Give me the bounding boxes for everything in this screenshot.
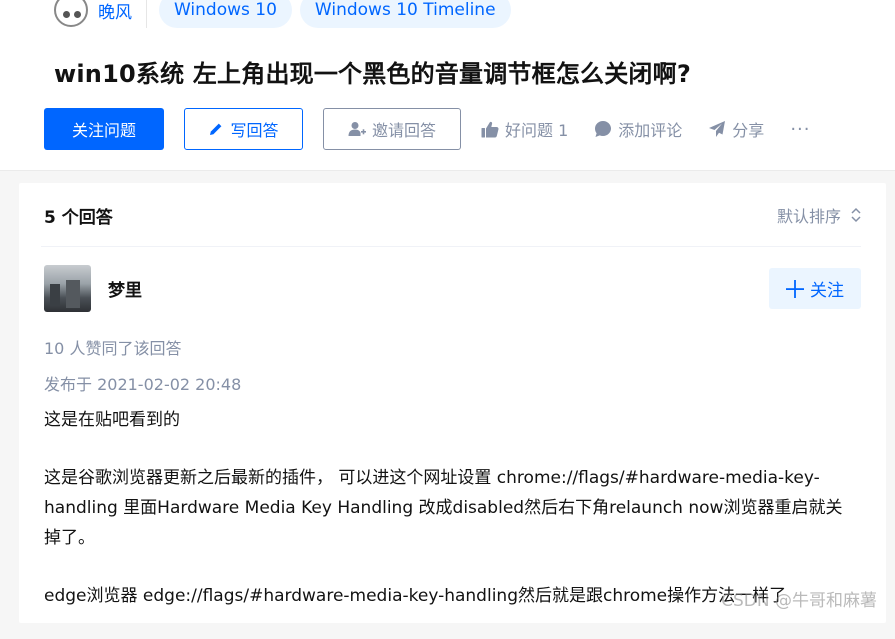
invite-answer-button[interactable]: 邀请回答 [323,108,461,150]
add-comment-button[interactable]: 添加评论 [594,117,682,141]
answer-paragraph: 这是在贴吧看到的 [44,405,859,435]
comment-icon [594,120,612,138]
topic-tag-windows-10[interactable]: Windows 10 [159,0,292,28]
author-name[interactable]: 梦里 [108,276,142,301]
add-user-icon [348,121,366,137]
follow-question-button[interactable]: 关注问题 [44,108,164,150]
avatar[interactable] [44,265,91,312]
write-answer-button[interactable]: 写回答 [184,108,303,150]
question-title: win10系统 左上角出现一个黑色的音量调节框怎么关闭啊? [54,54,691,89]
sort-dropdown[interactable]: 默认排序 [777,203,861,227]
topic-row: 晚风 Windows 10 Windows 10 Timeline [54,0,519,28]
answers-card: 5 个回答 默认排序 梦里 关注 10 人赞同了该回答 发布于 2021-02-… [19,183,886,623]
answer-count: 5 个回答 [44,203,113,228]
answer-paragraph: 这是谷歌浏览器更新之后最新的插件， 可以进这个网址设置 chrome://fla… [44,463,859,553]
thumb-up-icon [481,121,499,138]
follow-question-label: 关注问题 [72,117,136,141]
topic-first-label: 晚风 [98,0,132,23]
topic-avatar-icon [54,0,88,27]
add-comment-label: 添加评论 [618,117,682,141]
follow-author-button[interactable]: 关注 [769,268,861,309]
answers-header: 5 个回答 默认排序 [19,183,886,247]
pencil-icon [208,121,224,137]
topic-tag-windows-10-timeline[interactable]: Windows 10 Timeline [300,0,511,28]
paper-plane-icon [708,120,726,138]
more-options-button[interactable]: ··· [790,119,810,140]
write-answer-label: 写回答 [230,117,278,141]
publish-time[interactable]: 发布于 2021-02-02 20:48 [44,371,241,395]
sort-label: 默认排序 [777,203,841,227]
follow-author-label: 关注 [810,276,844,301]
good-question-label: 好问题 1 [505,117,568,141]
sort-chevrons-icon [851,207,861,223]
good-question-button[interactable]: 好问题 1 [481,117,568,141]
share-label: 分享 [732,117,764,141]
plus-icon [786,280,804,298]
answer-author: 梦里 [44,265,142,312]
watermark: CSDN @牛哥和麻薯 [721,586,877,611]
invite-answer-label: 邀请回答 [372,117,436,141]
question-header: 晚风 Windows 10 Windows 10 Timeline win10系… [0,0,895,171]
vote-count: 10 人赞同了该回答 [44,335,181,359]
question-actions: 关注问题 写回答 邀请回答 好问题 1 [44,108,810,150]
share-button[interactable]: 分享 [708,117,764,141]
topic-first[interactable]: 晚风 [54,0,147,28]
